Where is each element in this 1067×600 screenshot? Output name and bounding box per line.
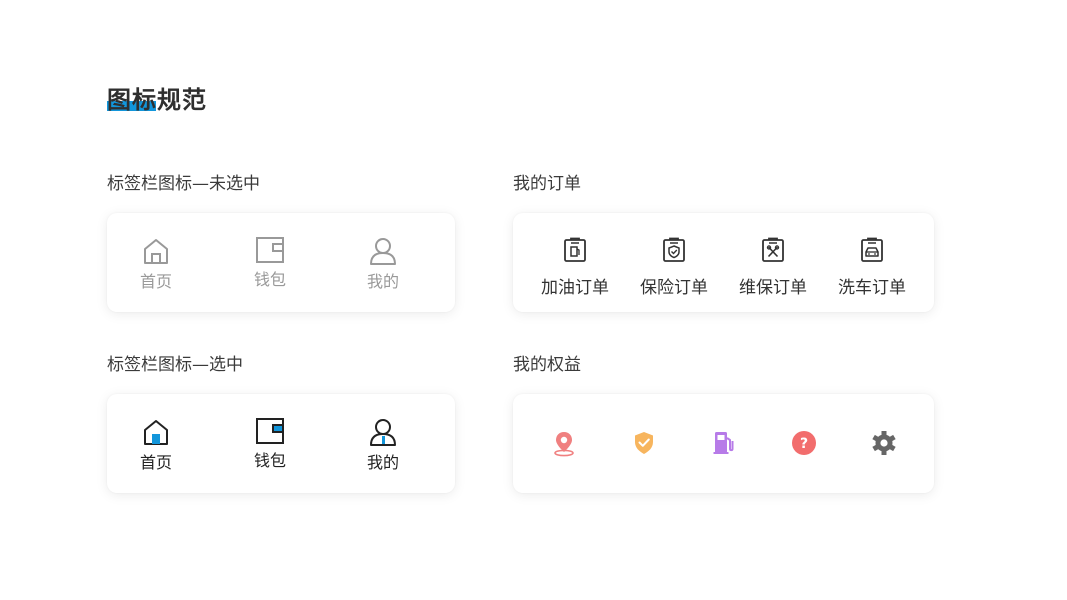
section-label-my-benefits: 我的权益 — [513, 355, 581, 375]
page-title: 图标规范 — [107, 86, 207, 114]
home-icon — [144, 239, 168, 264]
tab-wallet-unselected[interactable]: 钱包 — [230, 236, 310, 290]
tab-label: 我的 — [366, 453, 399, 472]
fuel-order-icon — [564, 237, 586, 262]
tabbar-unselected-card: 首页 钱包 我的 — [107, 213, 455, 312]
order-fuel[interactable]: 加油订单 — [530, 237, 620, 298]
user-icon — [370, 238, 396, 265]
benefit-settings[interactable] — [870, 429, 898, 457]
section-label-tab-unselected: 标签栏图标—未选中 — [107, 174, 260, 194]
tabbar-selected-card: 首页 钱包 我的 — [107, 394, 455, 493]
tab-home-selected[interactable]: 首页 — [116, 417, 196, 473]
order-label: 保险订单 — [640, 278, 708, 298]
section-label-my-orders: 我的订单 — [513, 174, 581, 194]
tab-label: 首页 — [139, 272, 172, 291]
my-orders-card: 加油订单 保险订单 维保订单 洗车订单 — [513, 213, 934, 312]
my-benefits-card: ? — [513, 394, 934, 493]
tab-label: 钱包 — [253, 270, 286, 289]
location-icon — [554, 432, 574, 457]
tab-home-unselected[interactable]: 首页 — [116, 236, 196, 292]
tab-label: 我的 — [366, 272, 399, 291]
insurance-order-icon — [663, 237, 685, 262]
tab-wallet-selected[interactable]: 钱包 — [230, 417, 310, 471]
help-icon: ? — [792, 431, 816, 455]
order-label: 维保订单 — [739, 278, 807, 298]
carwash-order-icon — [861, 237, 883, 262]
benefit-shield[interactable] — [630, 429, 658, 457]
wallet-icon — [256, 237, 284, 263]
tab-label: 钱包 — [253, 451, 286, 470]
wallet-icon — [256, 418, 284, 444]
benefit-help[interactable]: ? — [790, 429, 818, 457]
tab-profile-selected[interactable]: 我的 — [343, 417, 423, 473]
order-insurance[interactable]: 保险订单 — [629, 237, 719, 298]
order-label: 加油订单 — [541, 278, 609, 298]
svg-text:?: ? — [800, 436, 808, 452]
section-label-tab-selected: 标签栏图标—选中 — [107, 355, 243, 375]
benefit-location[interactable] — [550, 429, 578, 457]
order-label: 洗车订单 — [838, 278, 906, 298]
benefit-gas[interactable] — [710, 429, 738, 457]
gear-icon — [872, 431, 896, 455]
user-icon — [370, 419, 396, 446]
maintenance-order-icon — [762, 237, 784, 262]
shield-check-icon — [635, 432, 653, 454]
order-carwash[interactable]: 洗车订单 — [827, 237, 917, 298]
order-maintenance[interactable]: 维保订单 — [728, 237, 818, 298]
tab-label: 首页 — [139, 453, 172, 472]
home-icon — [144, 420, 168, 445]
tab-profile-unselected[interactable]: 我的 — [343, 236, 423, 292]
gas-pump-icon — [713, 432, 734, 454]
